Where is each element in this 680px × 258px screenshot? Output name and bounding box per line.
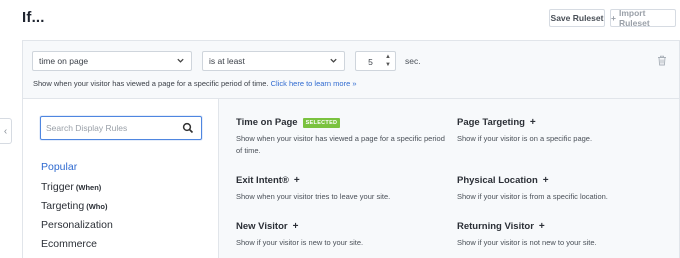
condition-value: time on page — [39, 56, 89, 66]
rule-description: Show if your visitor is on a specific pa… — [457, 134, 593, 143]
category-label: Ecommerce — [41, 238, 98, 250]
rule-title: New Visitor — [236, 221, 288, 232]
search-icon — [182, 122, 194, 134]
rule-title: Returning Visitor — [457, 221, 534, 232]
rule-panel: time on page is at least 5 ▲ ▼ sec. Show … — [22, 40, 680, 258]
add-icon[interactable]: + — [539, 221, 545, 232]
rule-description: Show when your visitor has viewed a page… — [236, 134, 445, 155]
category-label: Popular — [41, 161, 78, 173]
rule-item-new-visitor[interactable]: New Visitor + Show if your visitor is ne… — [236, 221, 446, 249]
display-rules-area: Popular Trigger(When) Targeting(Who) Per… — [23, 99, 679, 258]
add-icon[interactable]: + — [530, 117, 536, 128]
search-field[interactable] — [40, 116, 202, 140]
page-title: If... — [22, 9, 45, 26]
collapse-arrow-icon[interactable]: ‹ — [0, 118, 12, 144]
operator-select[interactable]: is at least — [202, 51, 345, 71]
selected-badge: SELECTED — [302, 117, 341, 128]
trash-icon[interactable] — [657, 55, 667, 66]
save-ruleset-button[interactable]: Save Ruleset — [549, 9, 605, 27]
help-description: Show when your visitor has viewed a page… — [33, 79, 269, 88]
add-icon[interactable]: + — [543, 175, 549, 186]
unit-label: sec. — [405, 56, 421, 66]
import-ruleset-label: Import Ruleset — [618, 8, 650, 28]
category-label: Trigger — [41, 181, 74, 193]
add-icon[interactable]: + — [294, 175, 300, 186]
rule-description: Show if your visitor is from a specific … — [457, 192, 608, 201]
operator-value: is at least — [209, 56, 245, 66]
rules-sidebar: Popular Trigger(When) Targeting(Who) Per… — [23, 99, 219, 258]
rule-description: Show if your visitor is new to your site… — [236, 238, 364, 247]
rule-title: Exit Intent® — [236, 175, 289, 186]
plus-icon: + — [611, 13, 616, 23]
category-popular[interactable]: Popular — [41, 161, 77, 173]
import-ruleset-button[interactable]: + Import Ruleset — [610, 8, 676, 28]
category-targeting[interactable]: Targeting (Who) — [41, 200, 107, 212]
rule-title: Page Targeting — [457, 117, 525, 128]
condition-select[interactable]: time on page — [32, 51, 192, 71]
category-personalization[interactable]: Personalization — [41, 219, 113, 231]
rule-item-page-targeting[interactable]: Page Targeting + Show if your visitor is… — [457, 117, 657, 145]
category-label: Personalization — [41, 219, 113, 231]
rule-help-text: Show when your visitor has viewed a page… — [33, 79, 357, 88]
chevron-down-icon — [330, 58, 337, 63]
rule-description: Show when your visitor tries to leave yo… — [236, 192, 391, 201]
category-sub: (When) — [75, 183, 102, 192]
rule-title: Time on Page — [236, 117, 298, 128]
category-trigger[interactable]: Trigger (When) — [41, 181, 101, 193]
rule-title: Physical Location — [457, 175, 538, 186]
seconds-input[interactable]: 5 ▲ ▼ — [355, 51, 396, 71]
category-sub: (Who) — [86, 202, 108, 211]
rule-item-physical-location[interactable]: Physical Location + Show if your visitor… — [457, 175, 657, 203]
category-ecommerce[interactable]: Ecommerce — [41, 238, 97, 250]
rule-item-returning-visitor[interactable]: Returning Visitor + Show if your visitor… — [457, 221, 657, 249]
learn-more-link[interactable]: Click here to learn more » — [271, 79, 357, 88]
rule-item-exit-intent[interactable]: Exit Intent® + Show when your visitor tr… — [236, 175, 446, 203]
rule-item-time-on-page[interactable]: Time on Page SELECTED Show when your vis… — [236, 117, 446, 157]
seconds-value: 5 — [368, 57, 373, 67]
rule-row: time on page is at least 5 ▲ ▼ sec. Show … — [23, 41, 679, 99]
search-input[interactable] — [46, 121, 176, 135]
number-stepper-icon[interactable]: ▲ ▼ — [383, 53, 393, 69]
rule-description: Show if your visitor is not new to your … — [457, 238, 597, 247]
chevron-down-icon — [177, 58, 184, 63]
category-label: Targeting — [41, 200, 85, 212]
add-icon[interactable]: + — [293, 221, 299, 232]
